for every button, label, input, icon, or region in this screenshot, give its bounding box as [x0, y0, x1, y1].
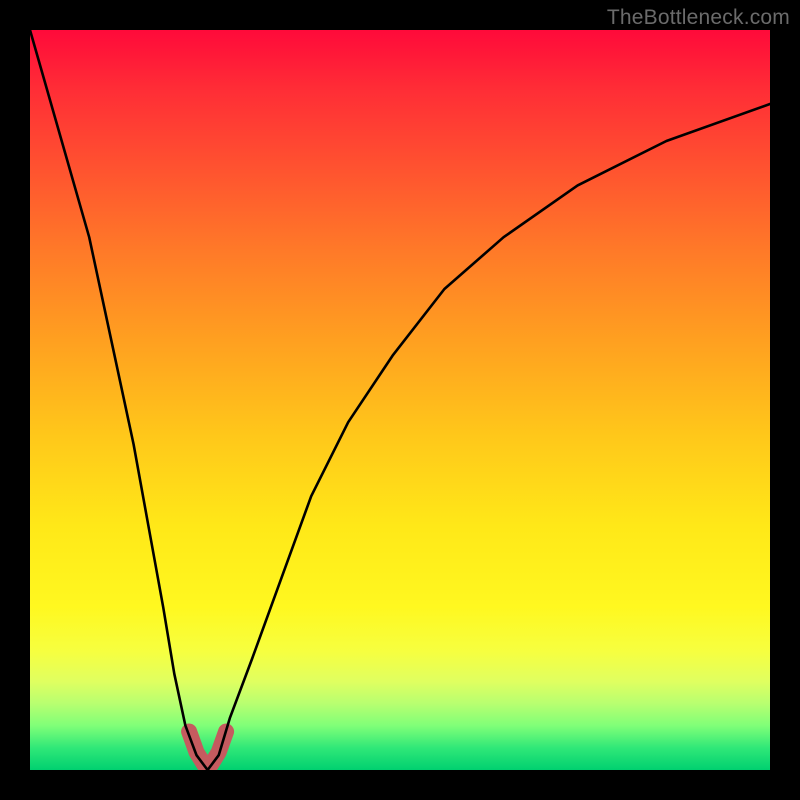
curve-svg: [30, 30, 770, 770]
plot-area: [30, 30, 770, 770]
bottleneck-curve: [30, 30, 770, 770]
chart-frame: TheBottleneck.com: [0, 0, 800, 800]
trough-highlight: [189, 732, 226, 765]
watermark-text: TheBottleneck.com: [607, 6, 790, 30]
